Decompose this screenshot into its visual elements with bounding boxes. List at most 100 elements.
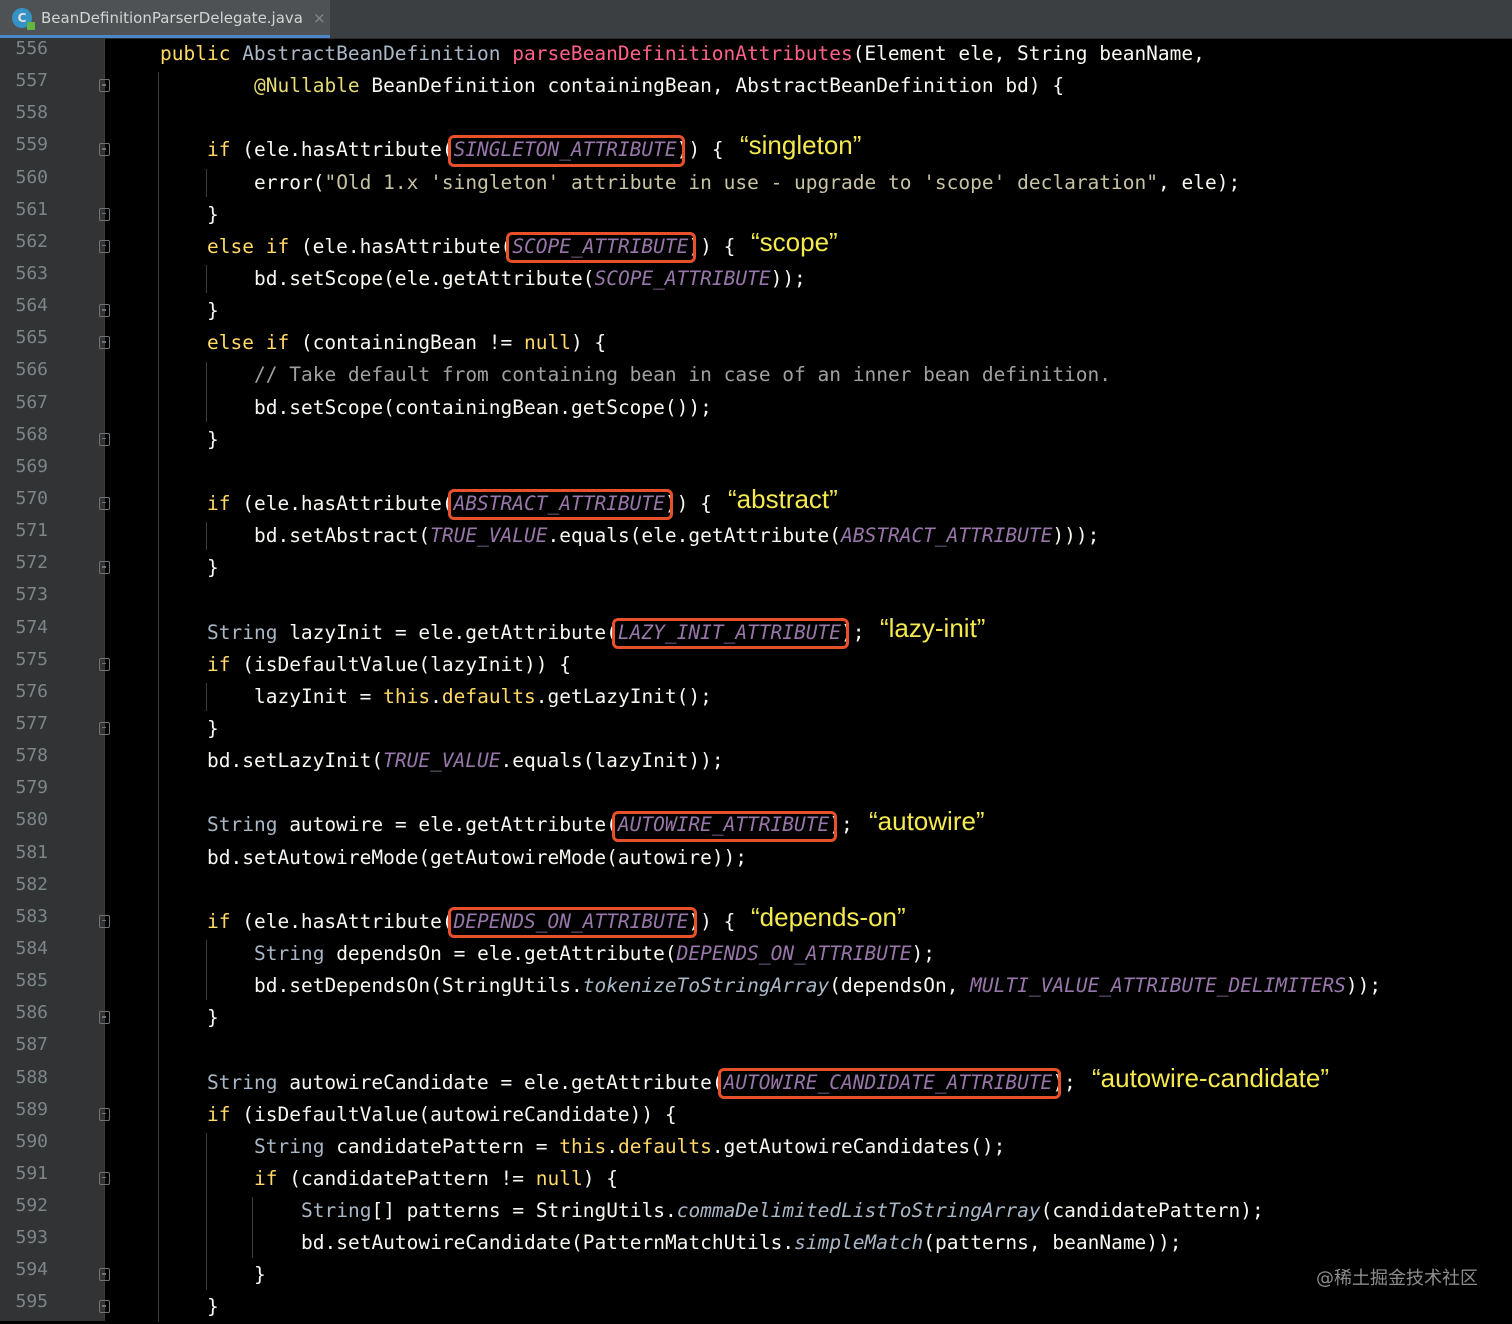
code-text: } bbox=[207, 424, 219, 456]
code-line[interactable]: 556 public AbstractBeanDefinition parseBe… bbox=[0, 38, 1512, 70]
code-token: .equals(lazyInit)); bbox=[500, 749, 724, 773]
code-line[interactable]: 584 String dependsOn = ele.getAttribute(D… bbox=[0, 938, 1512, 970]
code-token: ABSTRACT_ATTRIBUTE bbox=[841, 524, 1053, 548]
line-number: 559 bbox=[15, 134, 48, 156]
code-line[interactable]: 595} bbox=[0, 1291, 1512, 1323]
code-line[interactable]: 585 bd.setDependsOn(StringUtils.tokenizeT… bbox=[0, 970, 1512, 1002]
fold-marker-icon[interactable] bbox=[99, 432, 110, 446]
highlight-box bbox=[612, 617, 849, 649]
code-token: [] patterns = StringUtils. bbox=[371, 1199, 677, 1223]
code-text: String[] patterns = StringUtils.commaDel… bbox=[301, 1195, 1264, 1227]
code-line[interactable]: 587 bbox=[0, 1034, 1512, 1066]
code-token: lazyInit = bbox=[254, 684, 384, 708]
code-line[interactable]: 589 if (isDefaultValue(autowireCandidate)… bbox=[0, 1099, 1512, 1131]
code-line[interactable]: 567 bd.setScope(containingBean.getScope()… bbox=[0, 392, 1512, 424]
code-token: SCOPE_ATTRIBUTE bbox=[594, 266, 771, 290]
code-text: } bbox=[207, 1291, 219, 1323]
code-line[interactable]: 579 bbox=[0, 777, 1512, 809]
fold-marker-icon[interactable] bbox=[99, 1268, 110, 1282]
fold-marker-icon[interactable] bbox=[99, 914, 110, 928]
code-token: . bbox=[606, 1134, 618, 1158]
code-token: DEPENDS_ON_ATTRIBUTE bbox=[676, 941, 912, 965]
code-token: @Nullable bbox=[254, 74, 372, 98]
code-line[interactable]: 563 bd.setScope(ele.getAttribute(SCOPE_AT… bbox=[0, 263, 1512, 295]
tab-bean-definition-parser-delegate[interactable]: C BeanDefinitionParserDelegate.java × bbox=[0, 0, 330, 38]
fold-marker-icon[interactable] bbox=[99, 1300, 110, 1314]
fold-marker-icon[interactable] bbox=[99, 1011, 110, 1025]
code-line[interactable]: 568} bbox=[0, 424, 1512, 456]
code-text: } bbox=[254, 1259, 266, 1291]
code-line[interactable]: 575 if (isDefaultValue(lazyInit)) { bbox=[0, 649, 1512, 681]
code-line[interactable]: 571 bd.setAbstract(TRUE_VALUE.equals(ele.… bbox=[0, 520, 1512, 552]
fold-marker-icon[interactable] bbox=[99, 1171, 110, 1185]
tab-title: BeanDefinitionParserDelegate.java bbox=[41, 8, 303, 27]
code-token: public bbox=[160, 42, 243, 65]
fold-marker-icon[interactable] bbox=[99, 1107, 110, 1121]
line-number: 589 bbox=[15, 1098, 48, 1120]
fold-marker-icon[interactable] bbox=[99, 721, 110, 735]
java-class-icon: C bbox=[12, 7, 35, 30]
code-token: ) { bbox=[570, 331, 607, 355]
highlight-box bbox=[718, 1067, 1061, 1099]
code-line[interactable]: 564} bbox=[0, 295, 1512, 327]
code-token: if bbox=[207, 138, 243, 162]
code-token: // Take default from containing bean in … bbox=[254, 363, 1112, 387]
code-line[interactable]: 594} bbox=[0, 1259, 1512, 1291]
indent-guide bbox=[206, 522, 207, 551]
fold-marker-icon[interactable] bbox=[99, 657, 110, 671]
indent-guide bbox=[252, 1197, 253, 1258]
fold-marker-icon[interactable] bbox=[99, 79, 110, 93]
code-line[interactable]: 581 bd.setAutowireMode(getAutowireMode(au… bbox=[0, 842, 1512, 874]
code-token: if bbox=[254, 1166, 290, 1190]
code-line[interactable]: 578 bd.setLazyInit(TRUE_VALUE.equals(lazy… bbox=[0, 745, 1512, 777]
line-number: 564 bbox=[15, 295, 48, 317]
line-number: 586 bbox=[15, 1002, 48, 1024]
indent-guide bbox=[206, 361, 207, 422]
code-token: } bbox=[207, 1295, 219, 1319]
line-number: 569 bbox=[15, 455, 48, 477]
fold-marker-icon[interactable] bbox=[99, 496, 110, 510]
code-token: ) { bbox=[582, 1166, 618, 1190]
code-line[interactable]: 573 bbox=[0, 584, 1512, 616]
line-number: 562 bbox=[15, 230, 48, 252]
code-line[interactable]: 566 // Take default from containing bean … bbox=[0, 359, 1512, 391]
indent-guide bbox=[206, 168, 207, 197]
code-line[interactable]: 565 else if (containingBean != null) { bbox=[0, 327, 1512, 359]
code-line[interactable]: 593 bd.setAutowireCandidate(PatternMatchU… bbox=[0, 1227, 1512, 1259]
code-token: (containingBean != bbox=[300, 331, 524, 355]
code-line[interactable]: 590 String candidatePattern = this.defaul… bbox=[0, 1131, 1512, 1163]
code-token: else if bbox=[207, 234, 301, 258]
highlight-box bbox=[448, 489, 673, 521]
fold-marker-icon[interactable] bbox=[99, 239, 110, 253]
code-token: autowireCandidate = ele.getAttribute( bbox=[289, 1070, 724, 1094]
code-line[interactable]: 557 @Nullable BeanDefinition containingBe… bbox=[0, 70, 1512, 102]
line-number: 594 bbox=[15, 1259, 48, 1281]
line-number: 575 bbox=[15, 648, 48, 670]
code-token: defaults bbox=[441, 684, 536, 708]
code-line[interactable]: 592 String[] patterns = StringUtils.comma… bbox=[0, 1195, 1512, 1227]
close-icon[interactable]: × bbox=[313, 9, 326, 27]
indent-guide bbox=[158, 72, 159, 1322]
fold-marker-icon[interactable] bbox=[99, 143, 110, 157]
code-line[interactable]: 586} bbox=[0, 1002, 1512, 1034]
line-number: 582 bbox=[15, 873, 48, 895]
fold-marker-icon[interactable] bbox=[99, 336, 110, 350]
highlight-box bbox=[506, 231, 696, 264]
fold-marker-icon[interactable] bbox=[99, 561, 110, 575]
indent-guide bbox=[206, 265, 207, 294]
fold-marker-icon[interactable] bbox=[99, 304, 110, 318]
code-line[interactable]: 572} bbox=[0, 552, 1512, 584]
code-line[interactable]: 591 if (candidatePattern != null) { bbox=[0, 1163, 1512, 1195]
code-token: } bbox=[207, 202, 219, 226]
code-token: this bbox=[383, 684, 431, 708]
code-text: bd.setDependsOn(StringUtils.tokenizeToSt… bbox=[254, 970, 1381, 1002]
line-number: 588 bbox=[15, 1066, 48, 1088]
line-number: 563 bbox=[15, 262, 48, 284]
code-token: String bbox=[301, 1199, 372, 1223]
code-line[interactable]: 576 lazyInit = this.defaults.getLazyInit(… bbox=[0, 681, 1512, 713]
fold-marker-icon[interactable] bbox=[99, 207, 110, 221]
code-token: bd.setAbstract( bbox=[254, 524, 431, 548]
code-line[interactable]: 560 error("Old 1.x 'singleton' attribute … bbox=[0, 167, 1512, 199]
code-line[interactable]: 582 bbox=[0, 874, 1512, 906]
code-line[interactable]: 577} bbox=[0, 713, 1512, 745]
